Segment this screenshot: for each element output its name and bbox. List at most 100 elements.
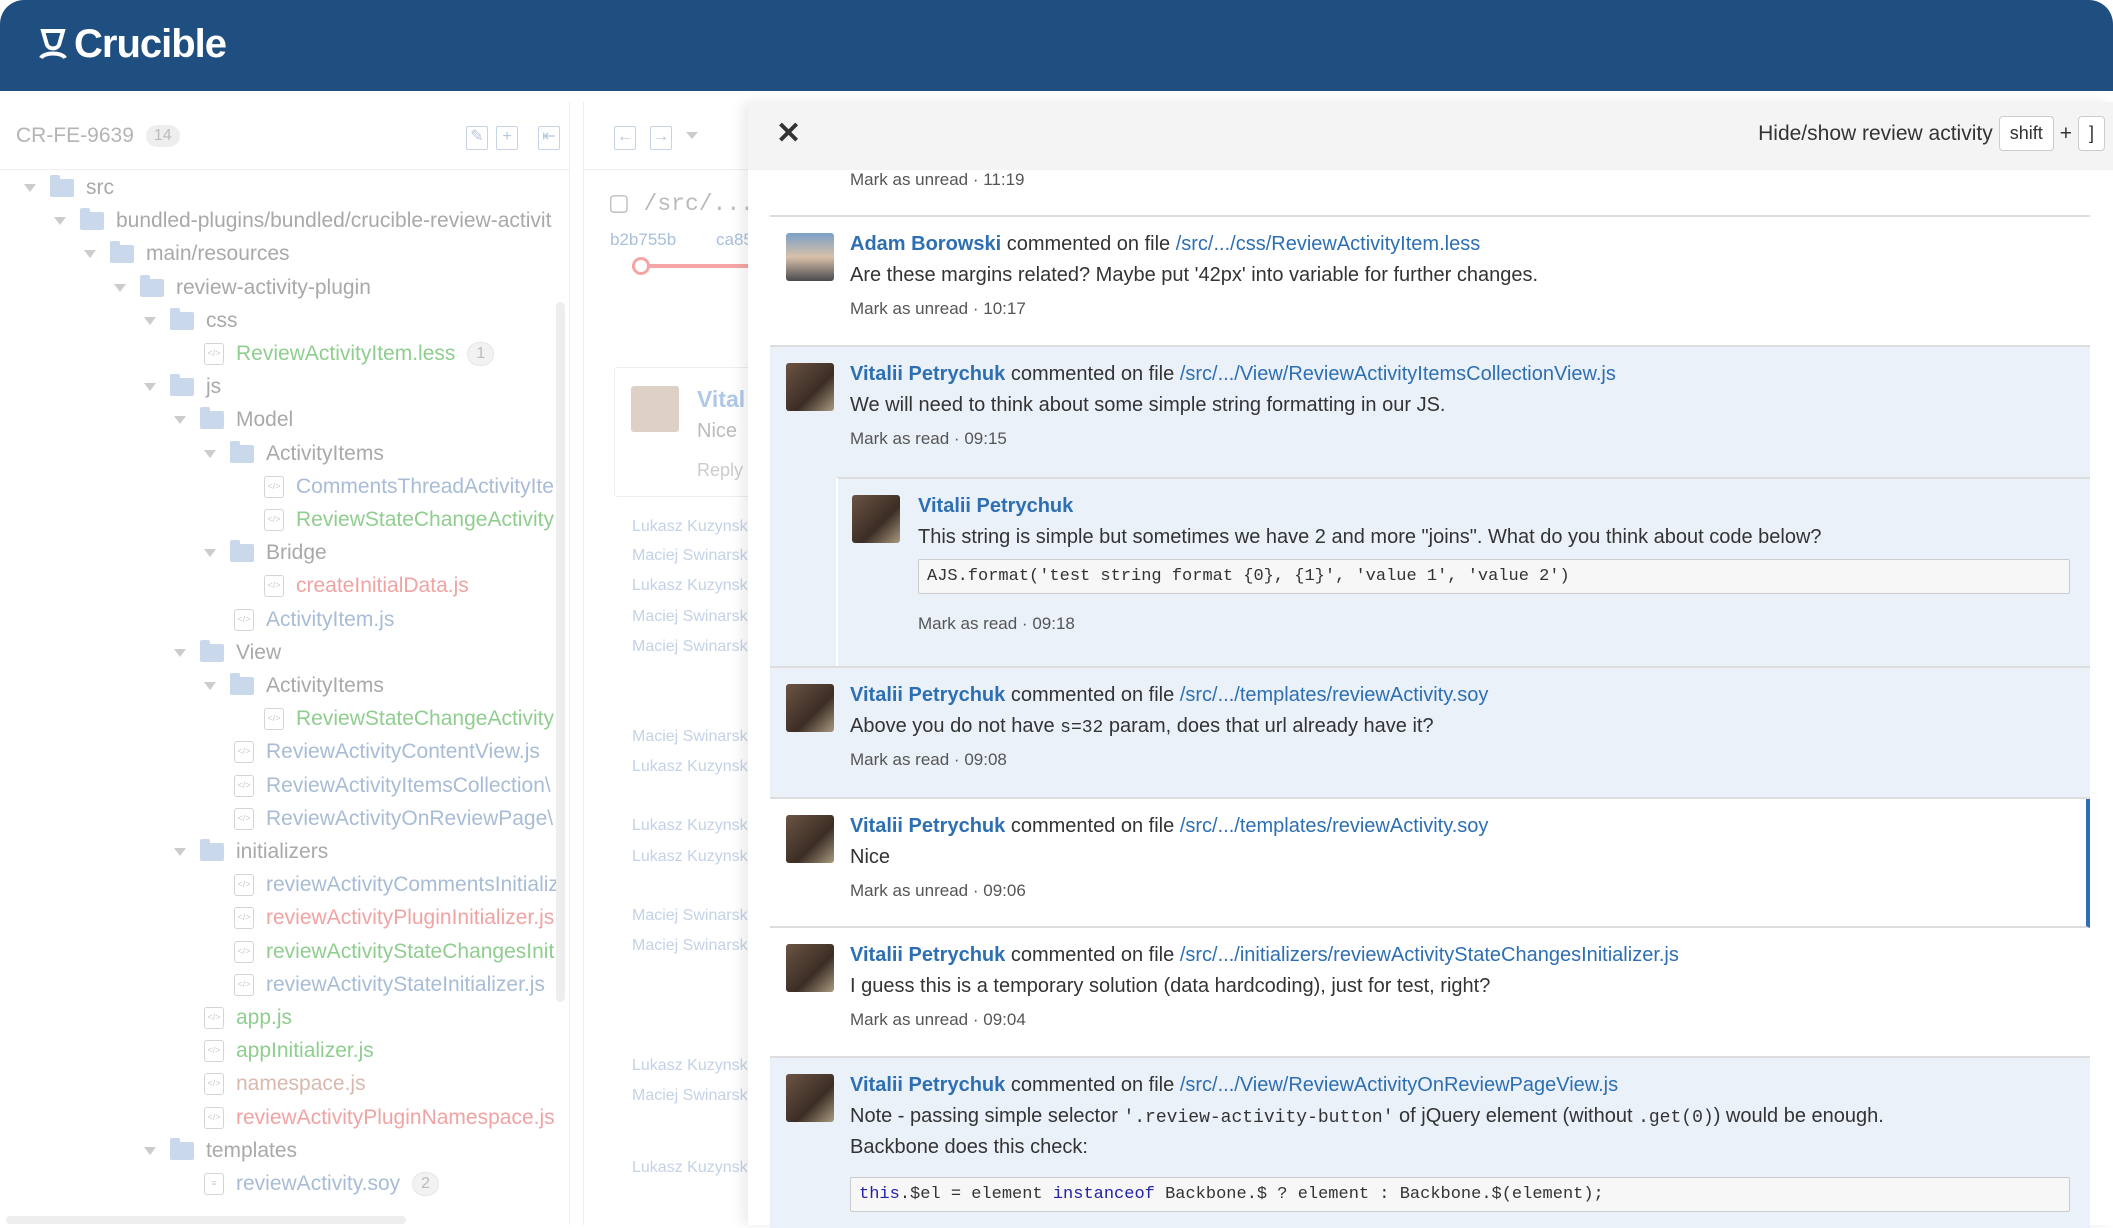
dropdown-icon[interactable] [686,132,698,139]
add-icon[interactable]: + [496,126,518,150]
tree-file[interactable]: </> reviewActivityPluginNamespace.js [204,1103,555,1133]
author-link[interactable]: Vitalii Petrychuk [850,1074,1005,1096]
tree-file[interactable]: </> ReviewActivityOnReviewPage\ [234,804,553,834]
tree-file[interactable]: </> reviewActivityStateInitializer.js [234,970,545,1000]
slider-handle[interactable] [632,257,650,275]
tree-folder[interactable]: ActivityItems [204,439,384,469]
tree-file[interactable]: </> namespace.js [204,1069,366,1099]
tree-file[interactable]: </> appInitializer.js [204,1036,374,1066]
expand-arrow-icon[interactable] [174,648,186,657]
author-link[interactable]: Vitalii Petrychuk [850,363,1005,385]
comment-count-badge: 2 [412,1172,440,1196]
code-file-icon: </> [204,1073,224,1096]
folder-icon [170,1137,194,1160]
tree-file[interactable]: </> ActivityItem.js [234,605,394,635]
tree-file[interactable]: </> ReviewStateChangeActivity [264,704,554,734]
tree-file[interactable]: </> ReviewStateChangeActivity [264,505,554,535]
expand-arrow-icon[interactable] [174,416,186,425]
crucible-logo[interactable]: Crucible [38,22,227,67]
tree-folder[interactable]: Bridge [204,538,327,568]
expand-arrow-icon[interactable] [204,449,216,458]
next-icon[interactable]: → [650,126,672,150]
expand-arrow-icon[interactable] [204,682,216,690]
expand-arrow-icon[interactable] [144,1146,156,1155]
expand-arrow-icon[interactable] [174,848,186,856]
tree-file[interactable]: </> ReviewActivityContentView.js [234,737,540,767]
author-link[interactable]: Vitalii Petrychuk [850,684,1005,706]
author-link[interactable]: Vitalii Petrychuk [850,944,1005,966]
tree-scrollbar[interactable] [556,302,565,1002]
tree-label: createInitialData.js [296,574,469,598]
tree-folder[interactable]: review-activity-plugin [114,273,371,303]
tree-file[interactable]: </> reviewActivityCommentsInitializ [234,870,559,900]
tree-file[interactable]: </> createInitialData.js [264,571,469,601]
tree-file[interactable]: </> ReviewActivityItem.less 1 [204,339,495,369]
tree-folder[interactable]: templates [144,1136,297,1166]
tree-folder[interactable]: main/resources [84,239,290,269]
mark-unread-link[interactable]: Mark as unread [850,1010,968,1029]
revision-slider[interactable] [632,264,752,268]
tree-folder[interactable]: js [144,372,221,402]
collapse-panel-icon[interactable]: ⇤ [538,126,560,150]
expand-arrow-icon[interactable] [204,549,216,558]
previous-icon[interactable]: ← [614,126,636,150]
mark-read-link[interactable]: Mark as read [918,614,1017,633]
file-link[interactable]: /src/.../templates/reviewActivity.soy [1180,815,1489,837]
edit-icon[interactable]: ✎ [466,126,488,150]
diff-panel: ← → ▢ /src/.../ b2b755b ca85 Vital Nice … [583,102,768,1225]
tree-folder[interactable]: css [144,306,238,336]
author-link[interactable]: Vitalii Petrychuk [850,815,1005,837]
code-file-icon: </> [264,509,284,531]
tree-doc[interactable]: ≡ reviewActivity.soy 2 [204,1169,440,1199]
mark-read-link[interactable]: Mark as read [850,429,949,448]
revision-from[interactable]: b2b755b [610,230,676,250]
close-icon[interactable]: ✕ [776,116,801,151]
folder-icon [110,241,134,264]
code-file-icon: </> [234,774,254,797]
expand-arrow-icon[interactable] [54,217,66,226]
file-link[interactable]: /src/.../css/ReviewActivityItem.less [1176,233,1481,255]
tree-folder[interactable]: src [24,173,114,203]
file-link[interactable]: /src/.../initializers/reviewActivityStat… [1180,944,1679,966]
tree-file[interactable]: </> app.js [204,1003,292,1033]
comment-author[interactable]: Vital [697,386,745,413]
inline-comment: Vital Nice Reply [614,367,754,497]
activity-item-selected: Vitalii Petrychuk commented on file /src… [770,799,2090,928]
horizontal-scrollbar[interactable] [6,1216,406,1224]
tree-file[interactable]: </> CommentsThreadActivityIte [264,472,554,502]
tree-folder[interactable]: bundled-plugins/bundled/crucible-review-… [54,206,551,236]
code-file-icon: </> [264,475,284,498]
comment-text: I guess this is a temporary solution (da… [850,975,1491,997]
tree-folder[interactable]: initializers [174,837,328,867]
tree-folder[interactable]: View [174,638,281,668]
comment-text: Nice [850,846,891,868]
tree-folder[interactable]: Model [174,405,293,435]
tree-label: ReviewStateChangeActivity [296,508,554,531]
expand-arrow-icon[interactable] [84,250,96,259]
file-link[interactable]: /src/.../View/ReviewActivityItemsCollect… [1180,363,1616,385]
reply-link[interactable]: Reply [697,460,743,481]
mark-unread-link[interactable]: Mark as unread [850,881,968,900]
code-file-icon: </> [234,807,254,830]
file-link[interactable]: /src/.../templates/reviewActivity.soy [1180,684,1489,706]
avatar [786,363,834,411]
tree-label: reviewActivityStateInitializer.js [266,972,545,996]
activity-item: Vitalii Petrychuk commented on file /src… [770,668,2090,799]
mark-unread-link[interactable]: Mark as unread [850,299,968,318]
expand-arrow-icon[interactable] [114,283,126,292]
author-link[interactable]: Adam Borowski [850,233,1001,255]
annotation-author: Lukasz Kuzynsk [632,517,748,535]
tree-folder[interactable]: ActivityItems [204,671,384,701]
file-link[interactable]: /src/.../View/ReviewActivityOnReviewPage… [1180,1074,1618,1096]
mark-read-link[interactable]: Mark as read [850,750,949,769]
tree-file[interactable]: </> ReviewActivityItemsCollection\ [234,771,551,801]
tree-label: main/resources [146,242,290,266]
tree-file[interactable]: </> reviewActivityPluginInitializer.js [234,903,554,933]
tree-label: reviewActivityPluginNamespace.js [236,1105,555,1129]
expand-arrow-icon[interactable] [144,383,156,392]
expand-arrow-icon[interactable] [144,316,156,325]
mark-unread-link[interactable]: Mark as unread [850,170,968,189]
expand-arrow-icon[interactable] [24,184,36,192]
tree-file[interactable]: </> reviewActivityStateChangesInit [234,937,554,967]
author-link[interactable]: Vitalii Petrychuk [918,495,2070,518]
